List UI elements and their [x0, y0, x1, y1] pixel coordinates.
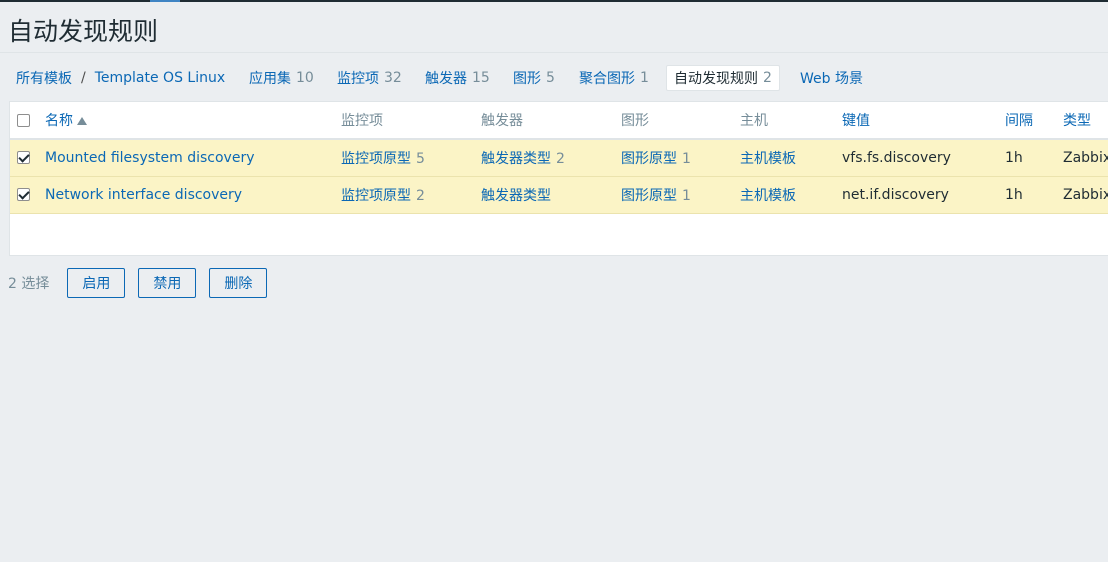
- column-items: 监控项: [341, 113, 383, 129]
- column-type-label[interactable]: 类型: [1063, 113, 1091, 129]
- selected-count: 2 选择: [8, 276, 50, 292]
- rule-name-link[interactable]: Network interface discovery: [45, 187, 242, 203]
- tab-discovery-rules-label[interactable]: 自动发现规则: [674, 68, 758, 88]
- rule-name-cell: Network interface discovery: [45, 176, 341, 213]
- item-prototypes-count: 5: [416, 150, 425, 167]
- tab-graphs-label[interactable]: 图形: [513, 68, 541, 88]
- select-all-checkbox[interactable]: [17, 113, 30, 127]
- key-cell: vfs.fs.discovery: [842, 139, 1005, 176]
- tab-items-count: 32: [384, 70, 402, 86]
- disable-button[interactable]: 禁用: [138, 268, 197, 298]
- tab-discovery-rules-count: 2: [763, 70, 772, 86]
- tab-web-scenarios-label[interactable]: Web 场景: [800, 68, 863, 88]
- interval-value: 1h: [1005, 149, 1023, 166]
- tab-screens-label[interactable]: 聚合图形: [579, 68, 635, 88]
- select-all-cell: [10, 102, 45, 139]
- discovery-rules-table: 名称 监控项 触发器 图形 主机 键值 间隔 类型 Mounted filesy…: [10, 102, 1108, 214]
- host-prototypes-cell: 主机模板: [740, 139, 842, 176]
- interval-cell: 1h: [1005, 139, 1063, 176]
- host-prototypes-link[interactable]: 主机模板: [740, 151, 796, 167]
- tab-graphs[interactable]: 图形 5: [513, 65, 555, 91]
- item-prototypes-count: 2: [416, 187, 425, 204]
- row-select-cell: [10, 176, 45, 213]
- row-select-cell: [10, 139, 45, 176]
- column-interval-label[interactable]: 间隔: [1005, 113, 1033, 129]
- table-row[interactable]: Mounted filesystem discovery 监控项原型 5 触发器类…: [10, 139, 1108, 176]
- tab-triggers[interactable]: 触发器 15: [425, 65, 490, 91]
- tab-applications[interactable]: 应用集 10: [249, 65, 314, 91]
- tab-screens-count: 1: [640, 70, 649, 86]
- trigger-prototypes-cell: 触发器类型: [481, 176, 621, 213]
- type-value: Zabbix: [1063, 149, 1108, 166]
- key-value: net.if.discovery: [842, 186, 949, 203]
- breadcrumb-template-os-linux[interactable]: Template OS Linux: [95, 70, 225, 86]
- rule-name-link[interactable]: Mounted filesystem discovery: [45, 150, 255, 166]
- column-name-label[interactable]: 名称: [45, 113, 73, 129]
- item-prototypes-link[interactable]: 监控项原型: [341, 151, 411, 167]
- row-checkbox[interactable]: [17, 151, 30, 165]
- interval-value: 1h: [1005, 186, 1023, 203]
- interval-cell: 1h: [1005, 176, 1063, 213]
- tab-screens[interactable]: 聚合图形 1: [579, 65, 649, 91]
- item-prototypes-cell: 监控项原型 2: [341, 176, 481, 213]
- tab-items-label[interactable]: 监控项: [337, 68, 379, 88]
- enable-button[interactable]: 启用: [67, 268, 126, 298]
- breadcrumb-all-templates[interactable]: 所有模板: [16, 68, 72, 88]
- tab-items[interactable]: 监控项 32: [337, 65, 402, 91]
- sort-ascending-icon: [77, 117, 87, 125]
- tab-triggers-count: 15: [472, 70, 490, 86]
- type-value: Zabbix: [1063, 186, 1108, 203]
- item-prototypes-link[interactable]: 监控项原型: [341, 188, 411, 204]
- header-divider: [0, 52, 1108, 53]
- rule-name-cell: Mounted filesystem discovery: [45, 139, 341, 176]
- graph-prototypes-count: 1: [682, 150, 691, 167]
- tab-applications-count: 10: [296, 70, 314, 86]
- tab-discovery-rules[interactable]: 自动发现规则 2: [666, 65, 780, 91]
- host-prototypes-link[interactable]: 主机模板: [740, 188, 796, 204]
- host-prototypes-cell: 主机模板: [740, 176, 842, 213]
- column-key[interactable]: 键值: [842, 102, 1005, 139]
- table-header-row: 名称 监控项 触发器 图形 主机 键值 间隔 类型: [10, 102, 1108, 139]
- graph-prototypes-link[interactable]: 图形原型: [621, 151, 677, 167]
- column-graphs: 图形: [621, 113, 649, 129]
- breadcrumb-separator: /: [81, 70, 86, 86]
- row-checkbox[interactable]: [17, 188, 30, 201]
- page-title: 自动发现规则: [8, 17, 159, 46]
- column-key-label[interactable]: 键值: [842, 113, 870, 129]
- column-triggers: 触发器: [481, 113, 523, 129]
- column-type[interactable]: 类型: [1063, 102, 1108, 139]
- key-value: vfs.fs.discovery: [842, 149, 951, 166]
- tab-triggers-label[interactable]: 触发器: [425, 68, 467, 88]
- discovery-rules-panel: 名称 监控项 触发器 图形 主机 键值 间隔 类型 Mounted filesy…: [9, 101, 1108, 256]
- column-name[interactable]: 名称: [45, 102, 341, 139]
- item-prototypes-cell: 监控项原型 5: [341, 139, 481, 176]
- trigger-prototypes-link[interactable]: 触发器类型: [481, 188, 551, 204]
- type-cell: Zabbix: [1063, 139, 1108, 176]
- type-cell: Zabbix: [1063, 176, 1108, 213]
- graph-prototypes-cell: 图形原型 1: [621, 139, 740, 176]
- tab-applications-label[interactable]: 应用集: [249, 68, 291, 88]
- trigger-prototypes-link[interactable]: 触发器类型: [481, 151, 551, 167]
- graph-prototypes-count: 1: [682, 187, 691, 204]
- key-cell: net.if.discovery: [842, 176, 1005, 213]
- graph-prototypes-cell: 图形原型 1: [621, 176, 740, 213]
- breadcrumb: 所有模板 / Template OS Linux: [16, 66, 225, 90]
- column-hosts: 主机: [740, 113, 768, 129]
- delete-button[interactable]: 删除: [209, 268, 268, 298]
- table-row[interactable]: Network interface discovery 监控项原型 2 触发器类型…: [10, 176, 1108, 213]
- tab-web-scenarios[interactable]: Web 场景: [800, 65, 863, 91]
- top-bar-accent: [150, 0, 180, 2]
- trigger-prototypes-cell: 触发器类型 2: [481, 139, 621, 176]
- column-interval[interactable]: 间隔: [1005, 102, 1063, 139]
- action-footer: 2 选择 启用 禁用 删除: [8, 268, 280, 298]
- tab-graphs-count: 5: [546, 70, 555, 86]
- trigger-prototypes-count: 2: [556, 150, 565, 167]
- graph-prototypes-link[interactable]: 图形原型: [621, 188, 677, 204]
